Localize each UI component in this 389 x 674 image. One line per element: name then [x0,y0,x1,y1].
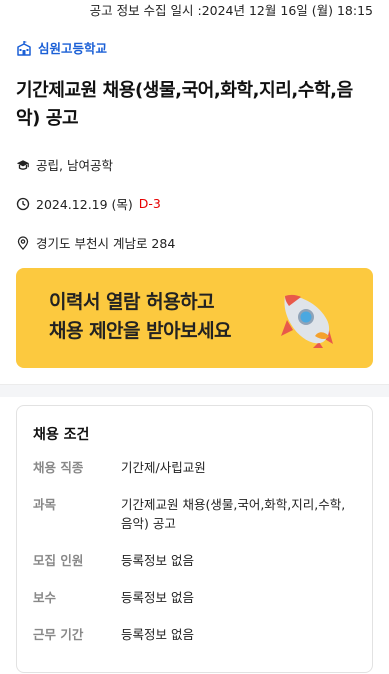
banner-line-2: 채용 제안을 받아보세요 [49,320,232,342]
address-row: 경기도 부천시 계남로 284 [16,233,389,252]
condition-value: 등록정보 없음 [121,627,194,642]
condition-row: 채용 직종 기간제/사립교원 [33,458,356,477]
clock-icon [16,197,30,210]
condition-row: 모집 인원 등록정보 없음 [33,551,356,570]
deadline-date: 2024.12.19 (목) [36,197,133,212]
condition-value: 등록정보 없음 [121,553,194,568]
condition-value: 등록정보 없음 [121,590,194,605]
banner-text: 이력서 열람 허용하고 채용 제안을 받아보세요 [49,288,232,346]
condition-value: 기간제/사립교원 [121,460,206,475]
collection-timestamp: 공고 정보 수집 일시 :2024년 12월 16일 (월) 18:15 [89,3,373,18]
school-name[interactable]: 심원고등학교 [38,38,107,57]
graduation-cap-icon [16,159,30,170]
condition-row: 과목 기간제교원 채용(생물,국어,화학,지리,수학,음악) 공고 [33,495,356,533]
section-divider [0,384,389,397]
resume-promo-banner[interactable]: 이력서 열람 허용하고 채용 제안을 받아보세요 [16,268,373,368]
condition-label: 과목 [33,497,57,512]
deadline-row: 2024.12.19 (목) D-3 [16,194,389,213]
school-type-row: 공립, 남여공학 [16,155,389,174]
dday-badge: D-3 [138,196,161,211]
school-address: 경기도 부천시 계남로 284 [36,236,176,251]
school-link[interactable]: 심원고등학교 [16,38,389,57]
condition-label: 근무 기간 [33,627,84,642]
hiring-conditions-title: 채용 조건 [33,427,90,443]
condition-label: 모집 인원 [33,553,84,568]
condition-label: 보수 [33,590,57,605]
school-icon [17,40,31,56]
rocket-icon [281,294,333,348]
banner-line-1: 이력서 열람 허용하고 [49,291,215,313]
condition-label: 채용 직종 [33,460,84,475]
hiring-conditions-card: 채용 조건 채용 직종 기간제/사립교원 과목 기간제교원 채용(생물,국어,화… [16,405,373,673]
condition-row: 근무 기간 등록정보 없음 [33,625,356,644]
school-type: 공립, 남여공학 [36,158,113,173]
location-pin-icon [17,235,29,250]
condition-value: 기간제교원 채용(생물,국어,화학,지리,수학,음악) 공고 [121,497,346,531]
posting-title: 기간제교원 채용(생물,국어,화학,지리,수학,음악) 공고 [16,80,353,129]
condition-row: 보수 등록정보 없음 [33,588,356,607]
